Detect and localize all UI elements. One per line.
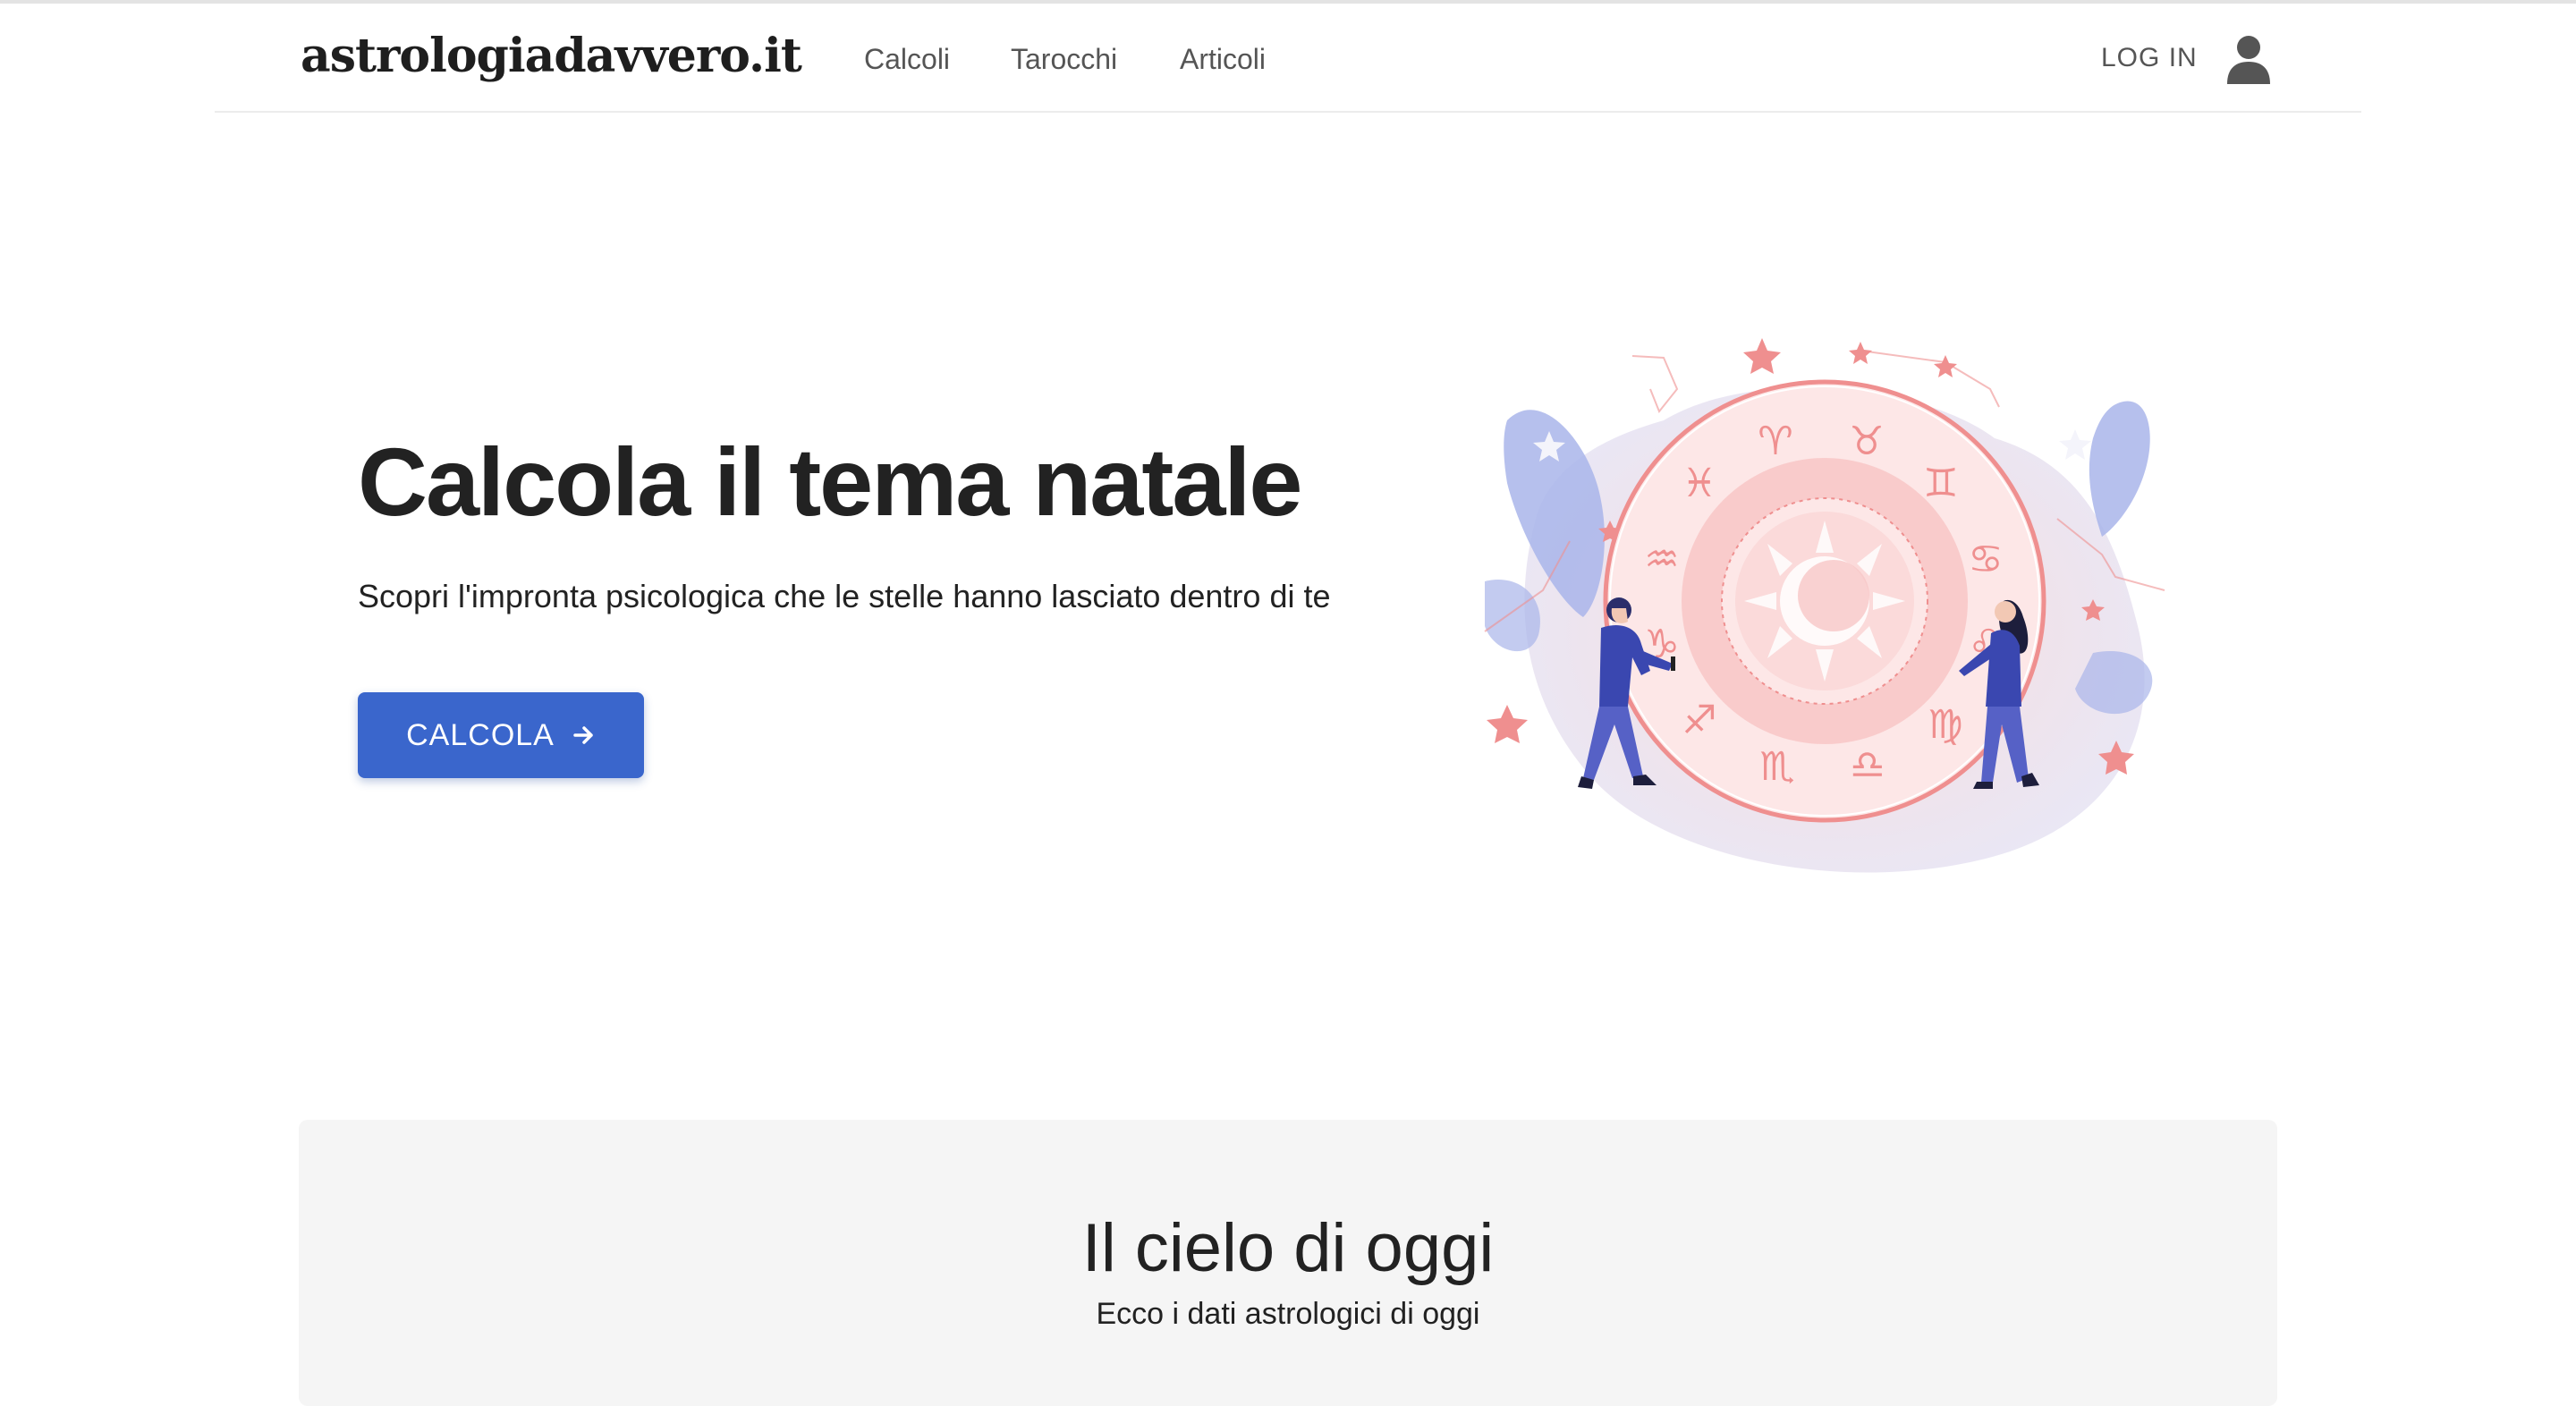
nav-link-tarocchi[interactable]: Tarocchi (1011, 43, 1117, 76)
libra-icon: ♎ (1850, 742, 1885, 788)
cancer-icon: ♋ (1968, 537, 2003, 582)
sky-subtitle: Ecco i dati astrologici di oggi (1096, 1297, 1480, 1331)
hero-subtitle: Scopri l'impronta psicologica che le ste… (358, 578, 1331, 614)
aquarius-icon: ♒ (1644, 537, 1679, 582)
zodiac-illustration: ♓ ♈ ♉ ♊ ♋ ♌ ♍ ♎ ♏ ♐ ♑ ♒ (1484, 338, 2165, 873)
site-logo[interactable]: astrologiadavvero.it (301, 29, 802, 83)
today-sky-section: Il cielo di oggi Ecco i dati astrologici… (299, 1120, 2277, 1406)
scorpio-icon: ♏ (1759, 744, 1794, 790)
nav-link-articoli[interactable]: Articoli (1180, 43, 1266, 76)
calcola-button[interactable]: CALCOLA (358, 692, 644, 778)
login-link[interactable]: LOG IN (2101, 43, 2198, 73)
navbar: astrologiadavvero.it Calcoli Tarocchi Ar… (215, 4, 2361, 113)
hero-title: Calcola il tema natale (358, 428, 1302, 536)
sagittarius-icon: ♐ (1682, 698, 1716, 743)
user-account-icon[interactable] (2225, 34, 2272, 84)
sky-title: Il cielo di oggi (1081, 1210, 1495, 1286)
pisces-icon: ♓ (1682, 461, 1716, 506)
calcola-button-label: CALCOLA (406, 717, 555, 752)
arrow-right-icon (573, 726, 593, 744)
aries-icon: ♈ (1758, 419, 1792, 464)
virgo-icon: ♍ (1928, 702, 1962, 748)
taurus-icon: ♉ (1849, 419, 1884, 464)
nav-link-calcoli[interactable]: Calcoli (864, 43, 950, 76)
gemini-icon: ♊ (1923, 461, 1958, 506)
